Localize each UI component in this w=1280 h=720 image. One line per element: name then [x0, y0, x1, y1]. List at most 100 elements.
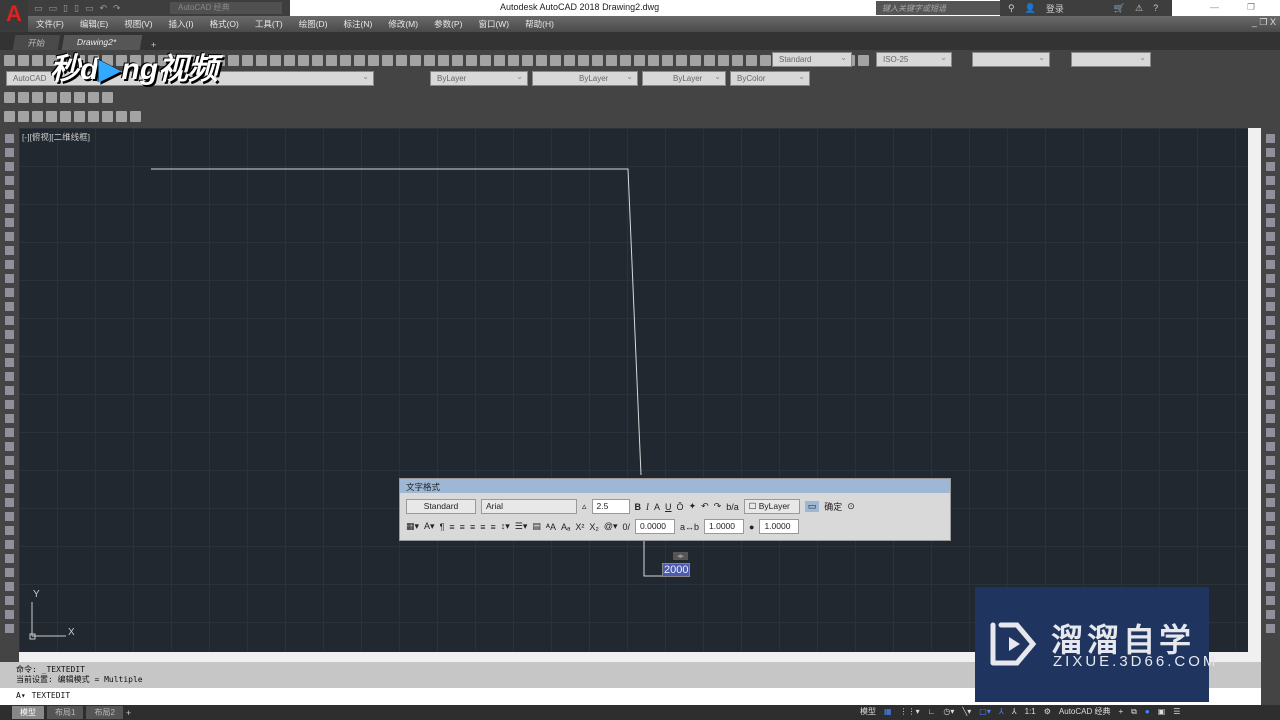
bold-button[interactable]: B	[635, 502, 642, 512]
modify-tool-icon[interactable]	[1266, 162, 1275, 171]
lowercase-icon[interactable]: Aₐ	[561, 522, 570, 532]
modify-tool-icon[interactable]	[1266, 204, 1275, 213]
modify-tool-icon[interactable]	[1266, 330, 1275, 339]
mtext-content[interactable]: 2000	[662, 563, 691, 577]
modify-tool-icon[interactable]	[1266, 428, 1275, 437]
modify-tool-icon[interactable]	[1266, 540, 1275, 549]
modify-tool-icon[interactable]	[1266, 190, 1275, 199]
modify-tool-icon[interactable]	[1266, 358, 1275, 367]
modify-tool-icon[interactable]	[1266, 344, 1275, 353]
draw-tool-icon[interactable]	[5, 582, 14, 591]
italic-button[interactable]: I	[646, 502, 649, 512]
modify-tool-icon[interactable]	[1266, 568, 1275, 577]
annotation-icon[interactable]: ⅄	[999, 707, 1004, 716]
text-height-select[interactable]: 2.5	[591, 499, 630, 514]
vertical-scrollbar[interactable]	[1248, 128, 1261, 652]
model-space-button[interactable]: 模型	[860, 706, 876, 717]
draw-tool-icon[interactable]	[5, 288, 14, 297]
modify-tool-icon[interactable]	[1266, 372, 1275, 381]
draw-tool-icon[interactable]	[5, 610, 14, 619]
modify-tool-icon[interactable]	[1266, 386, 1275, 395]
line-spacing-icon[interactable]: ↕▾	[501, 521, 510, 532]
modify-tool-icon[interactable]	[1266, 498, 1275, 507]
isodraft-icon[interactable]: ╲▾	[962, 707, 971, 716]
hardware-accel-icon[interactable]: ●	[1145, 707, 1150, 716]
snap-icon[interactable]: ⋮⋮▾	[900, 707, 920, 716]
undo-button[interactable]: ↶	[701, 501, 709, 512]
draw-tool-icon[interactable]	[5, 204, 14, 213]
draw-tool-icon[interactable]	[5, 372, 14, 381]
draw-tool-icon[interactable]	[5, 596, 14, 605]
customize-menu-icon[interactable]: ☰	[1173, 707, 1180, 716]
draw-tool-icon[interactable]	[5, 148, 14, 157]
draw-tool-icon[interactable]	[5, 498, 14, 507]
insert-field-icon[interactable]: ▤	[532, 521, 541, 532]
draw-tool-icon[interactable]	[5, 134, 14, 143]
draw-tool-icon[interactable]	[5, 484, 14, 493]
draw-tool-icon[interactable]	[5, 330, 14, 339]
draw-tool-icon[interactable]	[5, 358, 14, 367]
ortho-icon[interactable]: ∟	[928, 707, 936, 716]
numbering-icon[interactable]: ☰▾	[515, 521, 528, 532]
width-factor-input[interactable]: 1.0000	[759, 519, 800, 534]
draw-tool-icon[interactable]	[5, 386, 14, 395]
polar-icon[interactable]: ◷▾	[943, 707, 954, 716]
text-color-select[interactable]: ☐ ByLayer	[743, 499, 800, 514]
draw-tool-icon[interactable]	[5, 470, 14, 479]
draw-tool-icon[interactable]	[5, 162, 14, 171]
tab-model[interactable]: 模型	[12, 706, 44, 719]
redo-button[interactable]: ↷	[714, 501, 722, 512]
modify-tool-icon[interactable]	[1266, 134, 1275, 143]
modify-tool-icon[interactable]	[1266, 624, 1275, 633]
options-icon[interactable]: ⊙	[847, 501, 855, 512]
tracking-input[interactable]: 1.0000	[704, 519, 745, 534]
draw-tool-icon[interactable]	[5, 176, 14, 185]
modify-tool-icon[interactable]	[1266, 288, 1275, 297]
draw-tool-icon[interactable]	[5, 512, 14, 521]
align-right-icon[interactable]: ≡	[470, 522, 475, 532]
modify-tool-icon[interactable]	[1266, 512, 1275, 521]
oblique-angle-input[interactable]: 0.0000	[635, 519, 675, 534]
isolate-icon[interactable]: ⧉	[1131, 707, 1137, 717]
viewport-controls[interactable]: [-][俯视][二维线框]	[22, 131, 90, 143]
plus-icon[interactable]: +	[1119, 707, 1124, 716]
uppercase-icon[interactable]: ᴬA	[546, 522, 556, 532]
superscript-icon[interactable]: X²	[575, 522, 584, 532]
draw-tool-icon[interactable]	[5, 540, 14, 549]
modify-tool-icon[interactable]	[1266, 470, 1275, 479]
modify-tool-icon[interactable]	[1266, 274, 1275, 283]
annotative-icon[interactable]: ▵	[582, 501, 587, 512]
modify-tool-icon[interactable]	[1266, 484, 1275, 493]
draw-tool-icon[interactable]	[5, 344, 14, 353]
strikethrough-button[interactable]: A	[654, 502, 660, 512]
modify-tool-icon[interactable]	[1266, 232, 1275, 241]
tab-layout1[interactable]: 布局1	[47, 706, 84, 719]
draw-tool-icon[interactable]	[5, 568, 14, 577]
align-center-icon[interactable]: ≡	[460, 522, 465, 532]
draw-tool-icon[interactable]	[5, 260, 14, 269]
overline-button[interactable]: Ō	[677, 502, 684, 512]
draw-tool-icon[interactable]	[5, 400, 14, 409]
draw-tool-icon[interactable]	[5, 274, 14, 283]
modify-tool-icon[interactable]	[1266, 596, 1275, 605]
draw-tool-icon[interactable]	[5, 442, 14, 451]
underline-button[interactable]: U	[665, 502, 672, 512]
grid-icon[interactable]: ▦	[884, 707, 892, 716]
match-icon[interactable]: ✦	[689, 501, 697, 512]
draw-tool-icon[interactable]	[5, 190, 14, 199]
draw-tool-icon[interactable]	[5, 624, 14, 633]
osnap-icon[interactable]: ▢▾	[979, 707, 991, 716]
scale-select[interactable]: 1:1	[1025, 707, 1036, 716]
paragraph-icon[interactable]: ¶	[440, 522, 445, 532]
gear-icon[interactable]: ⚙	[1044, 707, 1051, 716]
modify-tool-icon[interactable]	[1266, 442, 1275, 451]
modify-tool-icon[interactable]	[1266, 246, 1275, 255]
modify-tool-icon[interactable]	[1266, 302, 1275, 311]
style-select[interactable]: Standard	[406, 499, 476, 514]
modify-tool-icon[interactable]	[1266, 148, 1275, 157]
add-layout-button[interactable]: +	[126, 708, 131, 718]
modify-tool-icon[interactable]	[1266, 176, 1275, 185]
mtext-width-handle[interactable]: ◂▸	[673, 552, 689, 560]
justification-icon[interactable]: A▾	[424, 521, 435, 532]
modify-tool-icon[interactable]	[1266, 526, 1275, 535]
